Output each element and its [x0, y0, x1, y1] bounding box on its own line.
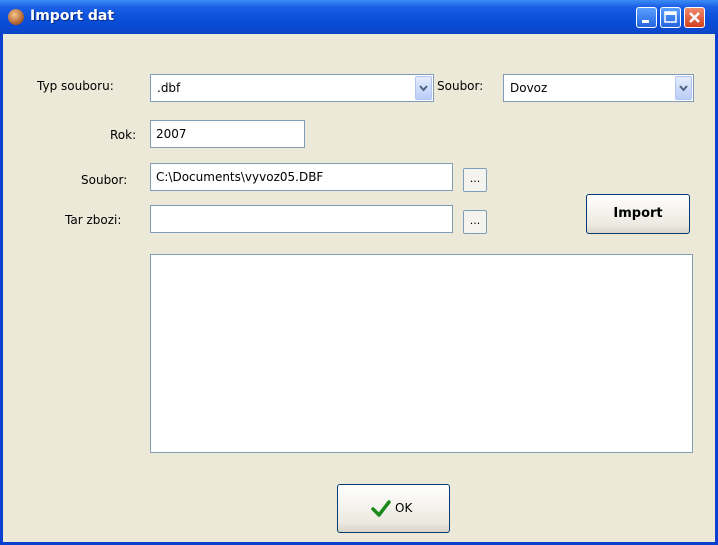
minimize-icon	[642, 20, 649, 23]
chevron-down-icon	[679, 85, 688, 92]
year-label: Rok:	[110, 128, 137, 142]
title-bar[interactable]: Import dat	[0, 0, 718, 34]
ok-label: OK	[395, 501, 413, 515]
maximize-button[interactable]	[660, 7, 681, 28]
source-label: Soubor:	[437, 79, 484, 93]
browse-tariff-button[interactable]: ...	[463, 210, 487, 234]
year-input[interactable]: 2007	[150, 120, 305, 148]
import-dialog: Import dat Typ souboru: .dbf Soubor: Dov…	[0, 0, 718, 545]
source-select[interactable]: Dovoz	[503, 74, 694, 102]
tariff-input[interactable]	[150, 205, 453, 233]
chevron-down-icon	[419, 85, 428, 92]
checkmark-icon	[371, 500, 391, 517]
tariff-label: Tar zbozi:	[65, 213, 122, 227]
minimize-button[interactable]	[636, 7, 657, 28]
maximize-icon	[664, 11, 677, 23]
file-type-dropdown-button[interactable]	[415, 76, 432, 100]
import-button[interactable]: Import	[586, 194, 690, 234]
window-title: Import dat	[30, 8, 115, 24]
close-icon	[689, 12, 700, 23]
source-value: Dovoz	[510, 81, 548, 95]
close-button[interactable]	[684, 7, 705, 28]
file-type-value: .dbf	[157, 81, 181, 95]
ok-button[interactable]: OK	[337, 484, 450, 533]
browse-file-button[interactable]: ...	[463, 168, 487, 192]
app-icon	[8, 9, 24, 25]
file-type-select[interactable]: .dbf	[150, 74, 434, 102]
file-type-label: Typ souboru:	[37, 79, 114, 93]
file-path-input[interactable]: C:\Documents\vyvoz05.DBF	[150, 163, 453, 191]
source-dropdown-button[interactable]	[675, 76, 692, 100]
file-path-label: Soubor:	[81, 173, 128, 187]
log-textarea[interactable]	[150, 254, 693, 453]
